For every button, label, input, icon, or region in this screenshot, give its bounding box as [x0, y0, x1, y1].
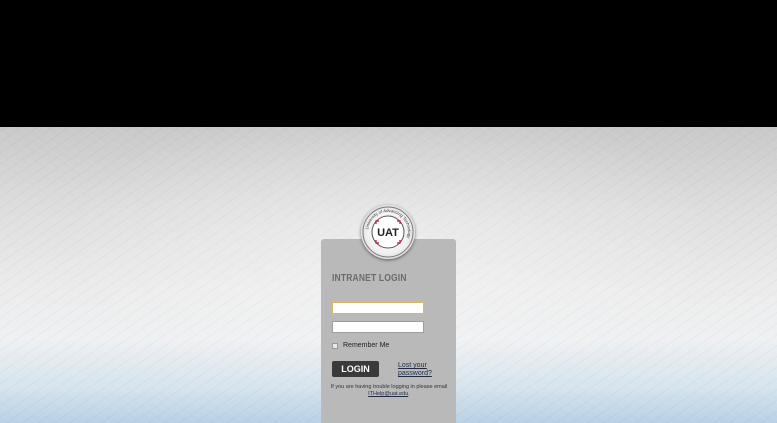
- lost-password-link[interactable]: Lost your password?: [398, 362, 442, 378]
- help-message: If you are having trouble logging in ple…: [330, 384, 448, 390]
- remember-me-checkbox[interactable]: [332, 343, 338, 349]
- uat-seal-logo: University of Advancing Technology UAT: [361, 205, 415, 259]
- username-input[interactable]: [332, 302, 424, 314]
- uat-seal-graphic: University of Advancing Technology UAT: [362, 206, 414, 258]
- help-suffix: .: [408, 391, 410, 397]
- login-page: University of Advancing Technology UAT I…: [0, 0, 777, 423]
- help-email-link[interactable]: ITHelp@uat.edu: [368, 391, 408, 397]
- logo-initials: UAT: [377, 227, 399, 239]
- top-black-band: [0, 0, 777, 127]
- remember-me-label[interactable]: Remember Me: [343, 342, 389, 349]
- login-button[interactable]: LOGIN: [332, 361, 379, 377]
- password-input[interactable]: [332, 321, 424, 333]
- login-title: INTRANET LOGIN: [332, 273, 407, 284]
- login-help-text: If you are having trouble logging in ple…: [330, 384, 448, 398]
